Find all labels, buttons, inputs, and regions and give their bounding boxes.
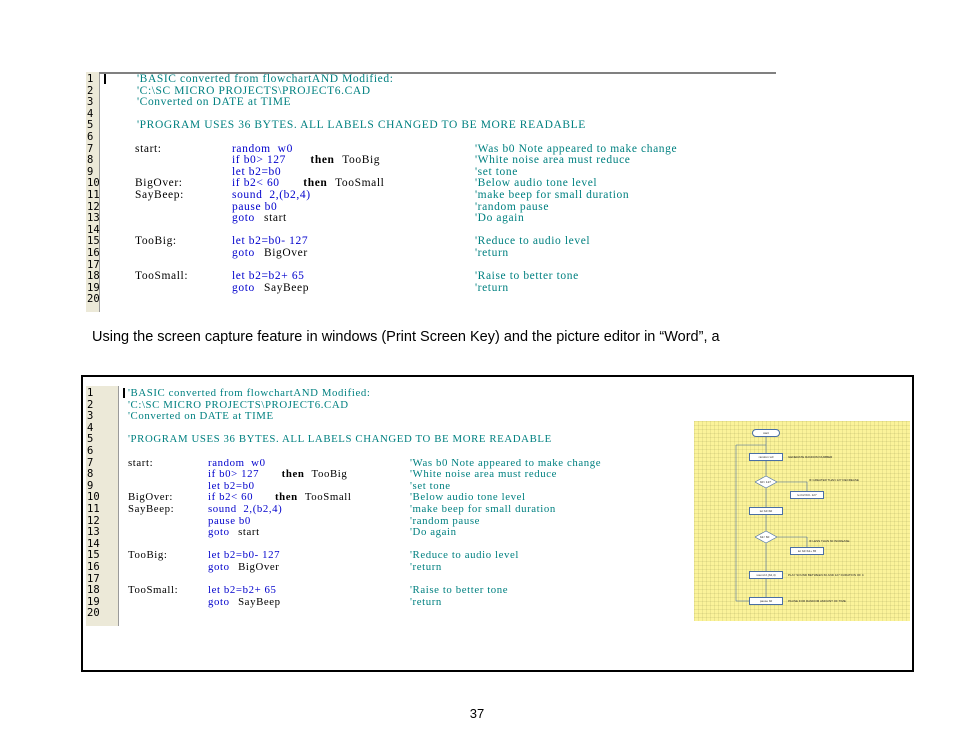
code-token: then [310,154,335,167]
code-token: start [234,526,260,539]
caption-text: Using the screen capture feature in wind… [92,329,720,345]
code-token: SayBeep: [128,503,175,515]
code-comment: 'BASIC converted from flowchartAND Modif… [128,387,371,399]
code-token: BigOver [234,561,280,573]
code-comment: 'return [410,561,442,573]
line-number-gutter: 1 2 3 4 5 6 7 8 9 10 11 12 13 14 15 16 17 18 19 20 [86,386,119,626]
flow-decision-label: b0> 127 [760,480,771,484]
code-token: SayBeep [260,281,310,294]
code-token: TooBig: [135,235,177,248]
flow-connectors [735,437,808,602]
code-token: goto [208,526,230,539]
code-token: TooSmall: [128,584,179,597]
code-token: SayBeep: [135,189,184,201]
text-cursor [123,388,125,398]
code-comment: 'PROGRAM USES 36 BYTES. ALL LABELS CHANG… [128,433,552,446]
code-token: goto [232,247,255,259]
code-comment: 'Do again [410,526,457,539]
line-number: 6 [87,131,94,143]
code-token: TooBig: [128,549,168,562]
line-number: 11 [87,189,100,201]
code-token: goto [208,595,230,608]
line-number: 1 [87,387,94,399]
flowchart-image: start random w0 GENERATE RANDOM NUMBER I… [694,421,910,621]
line-number: 1 [87,73,94,85]
code-comment: 'Converted on DATE at TIME [137,96,292,109]
text-cursor [104,74,106,84]
code-comment: 'return [410,595,442,608]
code-token: goto [232,281,255,294]
flow-decision-label: b2< 60 [760,535,770,539]
code-comment: 'BASIC converted from flowchartAND Modif… [137,73,394,85]
code-token: then [281,468,305,481]
code-token: sound 2,(b2,4) [208,503,283,515]
code-token: start: [128,456,154,469]
code-token: TooBig [308,468,348,481]
code-comment: 'PROGRAM USES 36 BYTES. ALL LABELS CHANG… [137,119,586,132]
page-number: 37 [469,706,485,721]
code-token: sound 2,(b2,4) [232,189,311,201]
code-token: goto [208,561,230,573]
code-token: TooSmall [301,491,352,504]
code-token: TooSmall: [135,270,189,283]
code-comment: 'return [475,281,509,294]
code-token: start: [135,142,162,155]
code-token: TooSmall [331,177,385,190]
line-number: 16 [87,247,100,259]
line-number: 20 [87,607,100,620]
code-token: BigOver [260,247,308,259]
line-number: 6 [87,445,94,457]
code-comment: 'make beep for small duration [410,503,556,515]
line-number: 20 [87,293,100,306]
code-token: SayBeep [234,595,281,608]
code-comment: 'Converted on DATE at TIME [128,410,274,423]
code-comment: 'Do again [475,212,525,225]
code-listing-top: 1 2 3 4 5 6 7 8 9 10 11 12 13 14 15 16 17 18 19 20 'BASIC co… [86,72,776,312]
code-listing-bottom: 1 2 3 4 5 6 7 8 9 10 11 12 13 14 15 16 17 18 19 20 'BASIC co… [86,386,686,626]
line-number-gutter: 1 2 3 4 5 6 7 8 9 10 11 12 13 14 15 16 17 18 19 20 [86,72,100,312]
code-token: goto [232,212,255,225]
line-number: 11 [87,503,100,515]
line-number: 16 [87,561,100,573]
code-comment: 'return [475,247,509,259]
code-token: start [260,212,287,225]
code-comment: 'make beep for small duration [475,189,630,201]
code-token: TooBig [338,154,381,167]
